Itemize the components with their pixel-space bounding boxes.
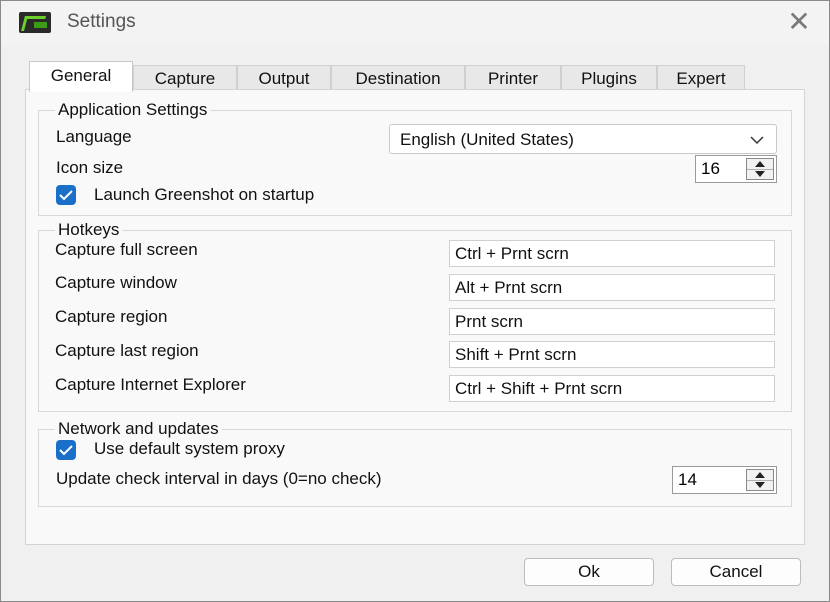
language-select[interactable]: English (United States) xyxy=(389,124,777,154)
capture-region-label: Capture region xyxy=(55,307,168,326)
launch-on-startup-checkbox[interactable] xyxy=(56,185,76,205)
hotkey-value: Shift + Prnt scrn xyxy=(455,345,577,364)
chevron-down-icon xyxy=(750,136,764,145)
use-default-proxy-checkbox[interactable] xyxy=(56,440,76,460)
network-updates-group: Network and updates Use default system p… xyxy=(38,419,792,507)
application-settings-group: Application Settings Language English (U… xyxy=(38,100,792,216)
update-interval-spin-buttons xyxy=(746,469,774,491)
update-interval-stepper[interactable] xyxy=(672,466,777,494)
tab-plugins[interactable]: Plugins xyxy=(561,65,657,91)
arrow-down-icon xyxy=(755,171,765,177)
arrow-down-icon xyxy=(755,482,765,488)
capture-last-region-hotkey[interactable]: Shift + Prnt scrn xyxy=(449,341,775,368)
hotkey-value: Ctrl + Prnt scrn xyxy=(455,244,569,263)
checkmark-icon xyxy=(59,190,73,201)
icon-size-spin-buttons xyxy=(746,158,774,180)
tab-destination[interactable]: Destination xyxy=(331,65,465,91)
tab-capture[interactable]: Capture xyxy=(133,65,237,91)
hotkeys-title: Hotkeys xyxy=(55,220,123,240)
capture-last-region-label: Capture last region xyxy=(55,341,199,360)
capture-window-label: Capture window xyxy=(55,273,177,292)
hotkey-value: Ctrl + Shift + Prnt scrn xyxy=(455,379,623,398)
title-bar[interactable]: Settings ✕ xyxy=(1,1,829,45)
checkmark-icon xyxy=(59,445,73,456)
update-interval-label: Update check interval in days (0=no chec… xyxy=(56,469,382,488)
tab-output[interactable]: Output xyxy=(237,65,331,91)
icon-size-stepper[interactable] xyxy=(695,155,777,183)
language-label: Language xyxy=(56,127,132,146)
ok-button[interactable]: Ok xyxy=(524,558,654,586)
network-updates-title: Network and updates xyxy=(55,419,222,439)
application-settings-title: Application Settings xyxy=(55,100,211,120)
settings-window: Settings ✕ General Capture Output Destin… xyxy=(0,0,830,602)
launch-on-startup-label: Launch Greenshot on startup xyxy=(94,185,315,204)
capture-window-hotkey[interactable]: Alt + Prnt scrn xyxy=(449,274,775,301)
hotkey-value: Prnt scrn xyxy=(455,312,524,331)
hotkey-value: Alt + Prnt scrn xyxy=(455,278,563,297)
use-default-proxy-label: Use default system proxy xyxy=(94,439,285,458)
spin-down-button[interactable] xyxy=(747,169,773,179)
tab-general[interactable]: General xyxy=(29,61,133,92)
tab-expert[interactable]: Expert xyxy=(657,65,745,91)
capture-full-screen-label: Capture full screen xyxy=(55,240,198,259)
close-icon[interactable]: ✕ xyxy=(785,8,813,36)
language-value: English (United States) xyxy=(400,130,574,149)
capture-full-screen-hotkey[interactable]: Ctrl + Prnt scrn xyxy=(449,240,775,267)
tab-printer[interactable]: Printer xyxy=(465,65,561,91)
icon-size-label: Icon size xyxy=(56,158,124,177)
general-tab-panel: Application Settings Language English (U… xyxy=(25,89,805,545)
capture-region-hotkey[interactable]: Prnt scrn xyxy=(449,308,775,335)
icon-size-input[interactable] xyxy=(701,159,737,179)
hotkeys-group: Hotkeys Capture full screen Ctrl + Prnt … xyxy=(38,220,792,412)
window-title: Settings xyxy=(67,11,136,32)
update-interval-input[interactable] xyxy=(678,470,714,490)
cancel-button[interactable]: Cancel xyxy=(671,558,801,586)
arrow-up-icon xyxy=(755,472,765,478)
spin-down-button[interactable] xyxy=(747,480,773,490)
capture-internet-explorer-hotkey[interactable]: Ctrl + Shift + Prnt scrn xyxy=(449,375,775,402)
arrow-up-icon xyxy=(755,161,765,167)
greenshot-logo-icon xyxy=(19,12,51,33)
capture-internet-explorer-label: Capture Internet Explorer xyxy=(55,375,246,394)
